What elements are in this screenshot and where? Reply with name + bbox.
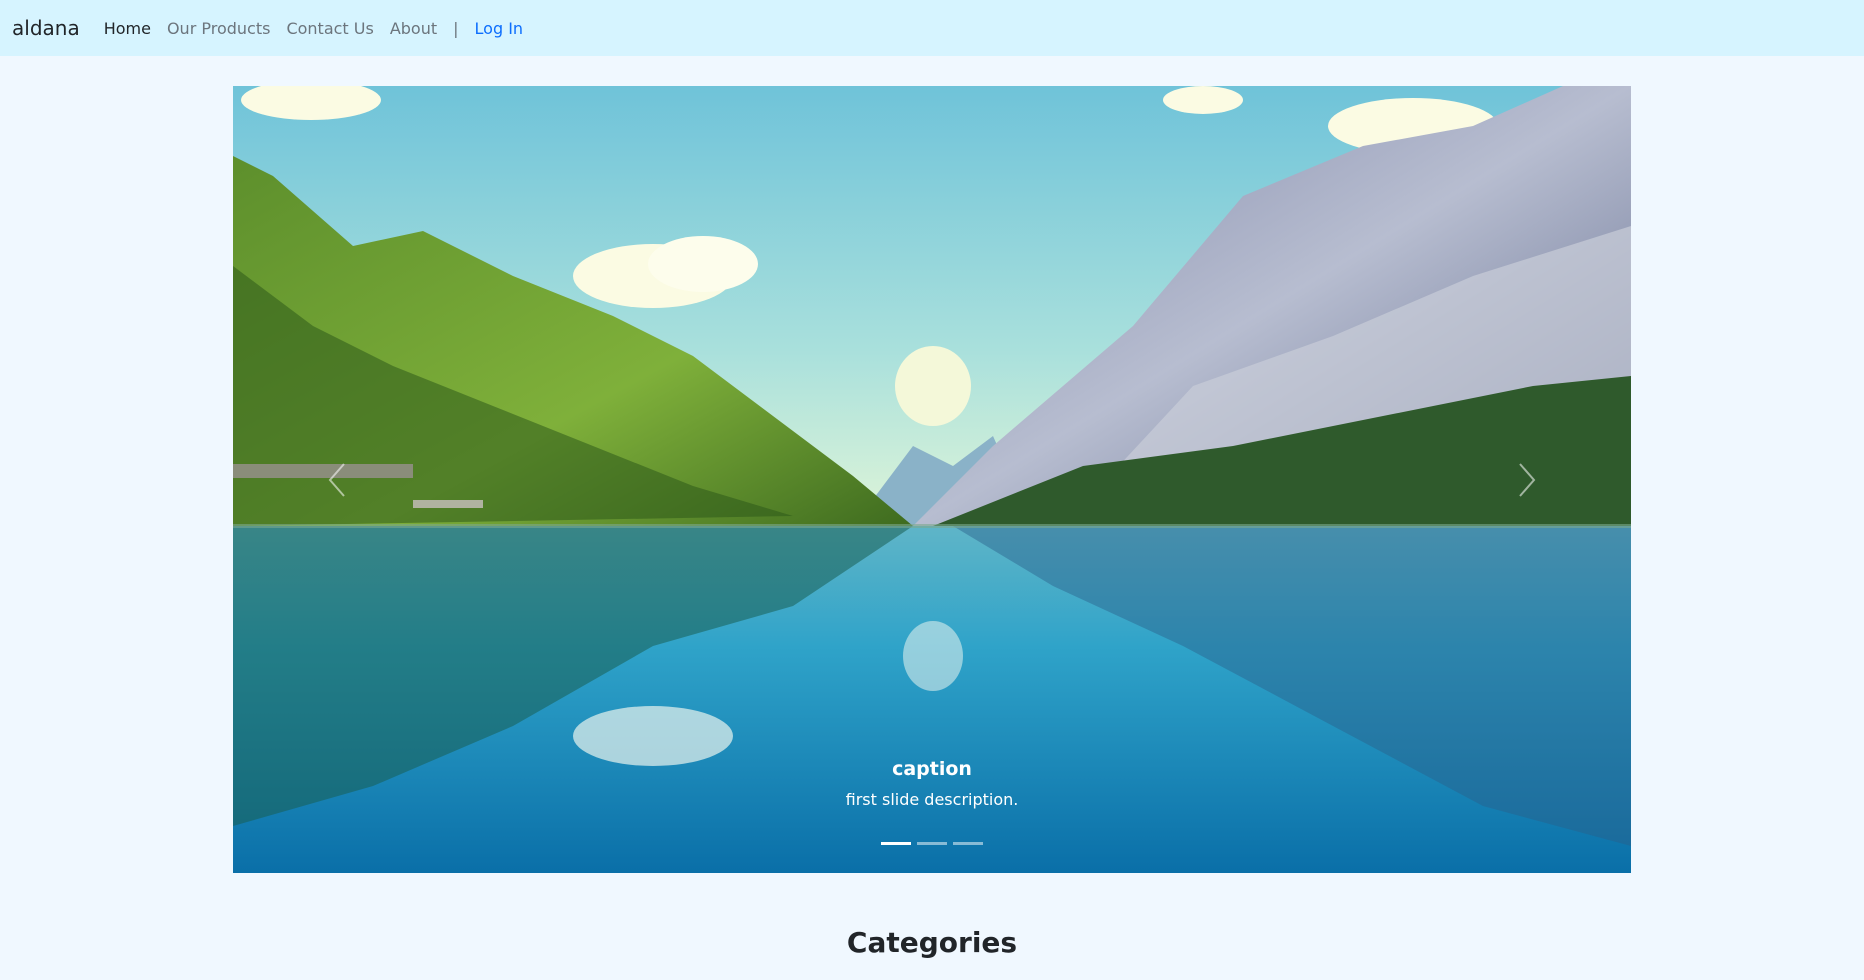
nav-link-our-products[interactable]: Our Products (167, 19, 270, 38)
carousel-next-button[interactable] (1421, 86, 1631, 873)
nav-link-home[interactable]: Home (104, 19, 151, 38)
nav-separator: | (453, 18, 459, 38)
carousel-prev-button[interactable] (233, 86, 443, 873)
login-link[interactable]: Log In (475, 19, 524, 38)
navbar: aldana Home Our Products Contact Us Abou… (0, 0, 1864, 56)
nav-link-contact-us[interactable]: Contact Us (286, 19, 373, 38)
carousel-caption: caption first slide description. (233, 758, 1631, 809)
caption-description: first slide description. (845, 790, 1019, 809)
nav-link-about[interactable]: About (390, 19, 437, 38)
carousel-indicators (233, 842, 1631, 845)
categories-heading: Categories (846, 926, 1018, 959)
carousel-indicator-2[interactable] (917, 842, 947, 845)
caption-title: caption (892, 758, 972, 780)
chevron-left-icon (328, 462, 345, 497)
hero-carousel: caption first slide description. (233, 86, 1631, 873)
brand-logo[interactable]: aldana (12, 16, 80, 40)
chevron-right-icon (1519, 462, 1536, 497)
carousel-indicator-1[interactable] (881, 842, 911, 845)
carousel-indicator-3[interactable] (953, 842, 983, 845)
